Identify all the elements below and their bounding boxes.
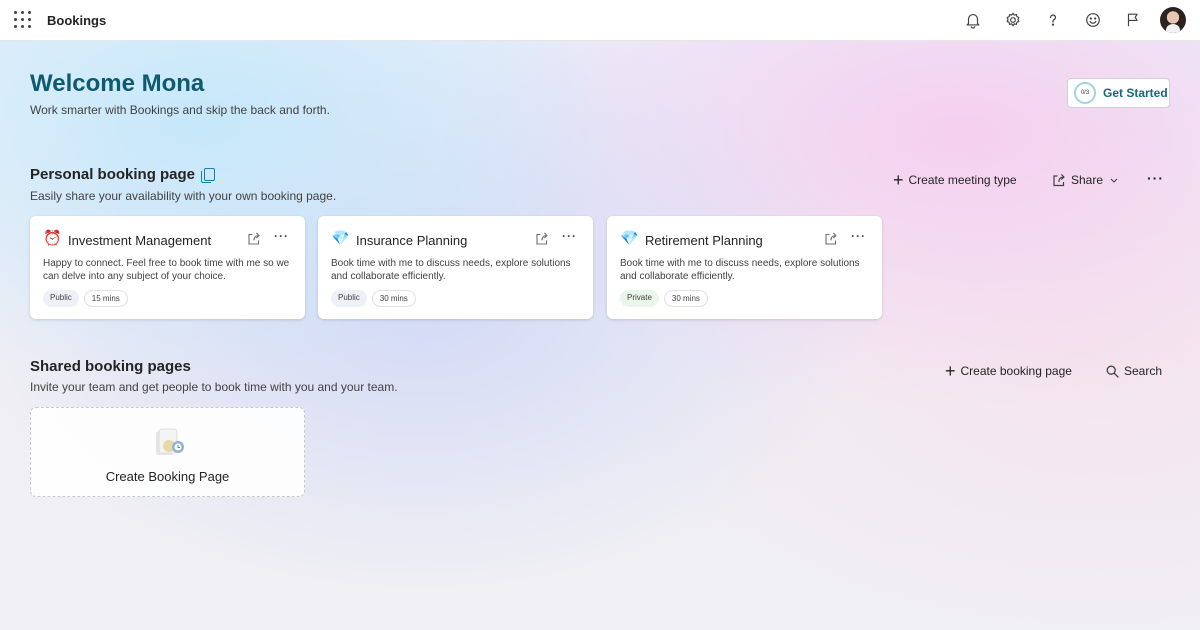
app-title: Bookings <box>47 13 107 28</box>
share-label: Share <box>1071 173 1104 187</box>
card-title: Investment Management <box>68 233 212 248</box>
personal-section-title: Personal booking page <box>30 166 216 183</box>
create-meeting-type-button[interactable]: + Create meeting type <box>893 170 1017 190</box>
duration-badge: 30 mins <box>371 290 416 307</box>
booking-card-investment[interactable]: ⏰ Investment Management ··· Happy to con… <box>30 216 305 319</box>
visibility-badge: Private <box>620 290 659 307</box>
gem-icon: 💎 <box>331 230 350 247</box>
smiley-icon[interactable] <box>1083 10 1103 30</box>
more-options-icon[interactable]: ··· <box>562 229 577 243</box>
help-icon[interactable] <box>1043 10 1063 30</box>
chevron-down-icon <box>1110 178 1118 183</box>
share-icon[interactable] <box>824 232 838 246</box>
visibility-badge: Public <box>331 290 367 307</box>
get-started-label: Get Started <box>1103 86 1168 100</box>
more-options-icon[interactable]: ··· <box>1147 170 1164 186</box>
booking-card-retirement[interactable]: 💎 Retirement Planning ··· Book time with… <box>607 216 882 319</box>
card-badges: Private 30 mins <box>620 290 713 307</box>
share-button[interactable]: Share <box>1052 173 1124 187</box>
card-description: Book time with me to discuss needs, expl… <box>331 258 571 282</box>
personal-section-subtitle: Easily share your availability with your… <box>30 189 337 203</box>
user-avatar[interactable] <box>1160 7 1186 33</box>
share-icon[interactable] <box>247 232 261 246</box>
bell-icon[interactable] <box>963 10 983 30</box>
create-meeting-type-label: Create meeting type <box>908 173 1017 187</box>
page-title: Welcome Mona <box>30 70 205 97</box>
booking-page-illustration-icon <box>156 428 184 455</box>
card-title: Retirement Planning <box>645 233 763 248</box>
waffle-icon[interactable] <box>14 11 32 29</box>
top-bar: Bookings <box>0 0 1200 41</box>
search-icon <box>1106 365 1119 378</box>
copy-link-icon[interactable] <box>201 167 216 183</box>
create-booking-page-label: Create booking page <box>960 364 1072 378</box>
get-started-button[interactable]: 0/3 Get Started <box>1067 78 1170 108</box>
booking-card-insurance[interactable]: 💎 Insurance Planning ··· Book time with … <box>318 216 593 319</box>
card-title: Insurance Planning <box>356 233 468 248</box>
more-options-icon[interactable]: ··· <box>851 229 866 243</box>
card-description: Happy to connect. Feel free to book time… <box>43 258 290 282</box>
main-content: Welcome Mona Work smarter with Bookings … <box>0 41 1200 630</box>
progress-ring: 0/3 <box>1074 82 1096 104</box>
search-label: Search <box>1124 364 1163 378</box>
plus-icon: + <box>945 361 956 381</box>
duration-badge: 15 mins <box>83 290 128 307</box>
visibility-badge: Public <box>43 290 79 307</box>
gem-icon: 💎 <box>620 230 639 247</box>
share-icon <box>1053 173 1065 186</box>
card-badges: Public 30 mins <box>331 290 421 307</box>
page-subtitle: Work smarter with Bookings and skip the … <box>30 103 330 117</box>
create-booking-page-label: Create Booking Page <box>105 469 230 484</box>
shared-section-subtitle: Invite your team and get people to book … <box>30 380 398 394</box>
alarm-clock-icon: ⏰ <box>43 230 62 247</box>
flag-icon[interactable] <box>1123 10 1143 30</box>
shared-section-title: Shared booking pages <box>30 358 191 375</box>
create-booking-page-card[interactable]: Create Booking Page <box>30 407 305 497</box>
more-options-icon[interactable]: ··· <box>274 229 289 243</box>
card-badges: Public 15 mins <box>43 290 133 307</box>
share-icon[interactable] <box>535 232 549 246</box>
create-booking-page-button[interactable]: + Create booking page <box>945 361 1072 381</box>
personal-section-title-text: Personal booking page <box>30 166 196 183</box>
card-description: Book time with me to discuss needs, expl… <box>620 258 860 282</box>
plus-icon: + <box>893 170 904 190</box>
shared-section-title-text: Shared booking pages <box>30 358 191 375</box>
search-button[interactable]: Search <box>1106 364 1162 378</box>
gear-icon[interactable] <box>1003 10 1023 30</box>
duration-badge: 30 mins <box>663 290 708 307</box>
